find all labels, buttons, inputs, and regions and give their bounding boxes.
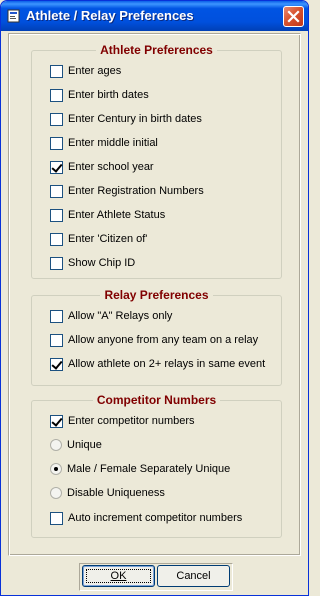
- checkbox-label: Enter Century in birth dates: [68, 113, 202, 125]
- checkbox-label: Enter birth dates: [68, 89, 149, 101]
- unique-radio[interactable]: [50, 439, 62, 451]
- enter-registration-numbers-checkbox-row[interactable]: Enter Registration Numbers: [50, 183, 204, 199]
- enter-athlete-status-checkbox-row[interactable]: Enter Athlete Status: [50, 207, 165, 223]
- checkbox-label: Allow athlete on 2+ relays in same event: [68, 358, 266, 370]
- close-button[interactable]: [283, 6, 304, 27]
- enter-birth-dates-checkbox-row[interactable]: Enter birth dates: [50, 87, 149, 103]
- enter-citizen-of-checkbox[interactable]: [50, 232, 63, 246]
- cancel-button[interactable]: Cancel: [157, 565, 230, 587]
- title-bar[interactable]: Athlete / Relay Preferences: [1, 1, 308, 31]
- dialog-body: Athlete Preferences Enter ages Enter birt…: [4, 31, 305, 594]
- enter-middle-initial-checkbox[interactable]: [50, 136, 63, 150]
- cancel-button-label: Cancel: [176, 570, 211, 582]
- checkbox-label: Allow anyone from any team on a relay: [68, 334, 259, 346]
- competitor-numbers-title: Competitor Numbers: [92, 393, 221, 407]
- allow-anyone-from-any-team-on-a-relay-checkbox-row[interactable]: Allow anyone from any team on a relay: [50, 332, 258, 348]
- show-chip-id-checkbox[interactable]: [50, 256, 63, 270]
- button-bar: OK Cancel: [4, 560, 305, 594]
- checkbox-label: Auto increment competitor numbers: [68, 512, 243, 524]
- athlete-preferences-title: Athlete Preferences: [96, 43, 217, 57]
- show-chip-id-checkbox-row[interactable]: Show Chip ID: [50, 255, 135, 271]
- enter-ages-checkbox[interactable]: [50, 64, 63, 78]
- radio-label: Disable Uniqueness: [67, 487, 165, 499]
- unique-radio-row[interactable]: Unique: [50, 437, 102, 453]
- checkbox-label: Show Chip ID: [68, 257, 136, 269]
- checkbox-label: Enter ages: [68, 65, 122, 77]
- enter-middle-initial-checkbox-row[interactable]: Enter middle initial: [50, 135, 158, 151]
- allow-a-relays-only-checkbox[interactable]: [50, 309, 63, 323]
- male-female-separately-unique-radio[interactable]: [50, 463, 62, 475]
- checkbox-label: Enter 'Citizen of': [68, 233, 148, 245]
- enter-citizen-of-checkbox-row[interactable]: Enter 'Citizen of': [50, 231, 147, 247]
- allow-a-relays-only-checkbox-row[interactable]: Allow "A" Relays only: [50, 308, 172, 324]
- close-icon: [287, 10, 300, 23]
- enter-competitor-numbers-checkbox[interactable]: [50, 414, 63, 428]
- checkbox-label: Enter competitor numbers: [68, 415, 195, 427]
- disable-uniqueness-radio-row[interactable]: Disable Uniqueness: [50, 485, 165, 501]
- enter-ages-checkbox-row[interactable]: Enter ages: [50, 63, 121, 79]
- enter-competitor-numbers-checkbox-row[interactable]: Enter competitor numbers: [50, 413, 195, 429]
- radio-label: Male / Female Separately Unique: [67, 463, 231, 475]
- male-female-separately-unique-radio-row[interactable]: Male / Female Separately Unique: [50, 461, 230, 477]
- enter-school-year-checkbox[interactable]: [50, 160, 63, 174]
- checkbox-label: Allow "A" Relays only: [68, 310, 173, 322]
- disable-uniqueness-radio[interactable]: [50, 487, 62, 499]
- enter-registration-numbers-checkbox[interactable]: [50, 184, 63, 198]
- app-icon: [7, 9, 20, 23]
- focus-rect: [86, 569, 151, 583]
- dialog-window: Athlete / Relay Preferences Athlete Pref…: [0, 0, 309, 596]
- ok-button[interactable]: OK: [82, 565, 155, 587]
- enter-century-in-birth-dates-checkbox-row[interactable]: Enter Century in birth dates: [50, 111, 202, 127]
- enter-school-year-checkbox-row[interactable]: Enter school year: [50, 159, 154, 175]
- auto-increment-checkbox[interactable]: [50, 511, 63, 525]
- checkbox-label: Enter Registration Numbers: [68, 185, 204, 197]
- relay-preferences-group: Relay Preferences Allow "A" Relays only A…: [31, 288, 282, 386]
- auto-increment-checkbox-row[interactable]: Auto increment competitor numbers: [50, 510, 242, 526]
- checkbox-label: Enter school year: [68, 161, 154, 173]
- enter-century-in-birth-dates-checkbox[interactable]: [50, 112, 63, 126]
- enter-athlete-status-checkbox[interactable]: [50, 208, 63, 222]
- allow-athlete-on-2-relays-in-same-event-checkbox-row[interactable]: Allow athlete on 2+ relays in same event: [50, 356, 265, 372]
- allow-athlete-on-2-relays-in-same-event-checkbox[interactable]: [50, 357, 63, 371]
- enter-birth-dates-checkbox[interactable]: [50, 88, 63, 102]
- competitor-numbers-group: Competitor Numbers Enter competitor numb…: [31, 393, 282, 538]
- athlete-preferences-group: Athlete Preferences Enter ages Enter birt…: [31, 43, 282, 279]
- radio-label: Unique: [67, 439, 102, 451]
- allow-anyone-from-any-team-on-a-relay-checkbox[interactable]: [50, 333, 63, 347]
- window-title: Athlete / Relay Preferences: [26, 8, 194, 23]
- relay-preferences-title: Relay Preferences: [100, 288, 213, 302]
- checkbox-label: Enter Athlete Status: [68, 209, 166, 221]
- checkbox-label: Enter middle initial: [68, 137, 158, 149]
